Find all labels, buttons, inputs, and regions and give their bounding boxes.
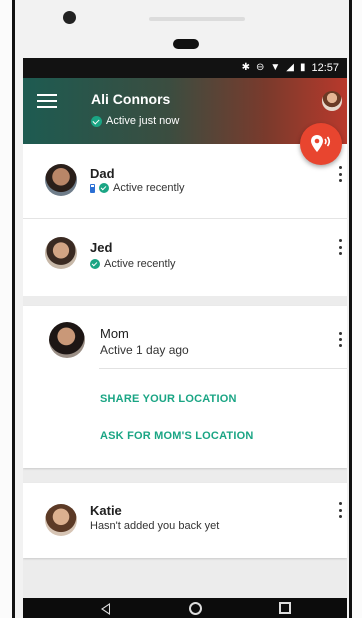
share-your-location-button[interactable]: SHARE YOUR LOCATION <box>100 393 237 405</box>
expanded-contact-card: Mom Active 1 day ago SHARE YOUR LOCATION… <box>23 306 347 468</box>
top-bezel-strip <box>149 17 245 21</box>
do-not-disturb-icon: ⊖ <box>255 62 265 73</box>
contact-status-text: Active recently <box>104 258 176 270</box>
hamburger-menu-icon[interactable] <box>37 94 57 110</box>
avatar <box>45 164 77 196</box>
contact-status-text: Active 1 day ago <box>100 343 189 357</box>
pending-contact-card[interactable]: Katie Hasn't added you back yet <box>23 483 347 558</box>
system-nav-bar <box>23 598 347 618</box>
check-icon <box>99 183 109 193</box>
contact-status: Active recently <box>90 182 185 194</box>
more-options-icon[interactable] <box>336 502 344 518</box>
avatar <box>49 322 85 358</box>
contacts-card: Dad Active recently Jed Active recently <box>23 144 347 296</box>
header-user-status: Active just now <box>91 115 179 127</box>
divider <box>99 368 347 369</box>
front-camera <box>63 11 76 24</box>
contact-status-text: Hasn't added you back yet <box>90 520 220 532</box>
app-bar: Ali Connors Active just now <box>23 78 347 144</box>
avatar <box>45 237 77 269</box>
bluetooth-icon: ✱ <box>241 62 250 73</box>
wifi-icon: ▼ <box>270 62 281 73</box>
earpiece-speaker <box>173 39 199 49</box>
header-user-name: Ali Connors <box>91 91 171 107</box>
contact-name: Jed <box>90 240 113 255</box>
phone-frame: ✱ ⊖ ▼ ◢ ▮ 12:57 Ali Connors Active just … <box>12 0 352 618</box>
more-options-icon[interactable] <box>336 332 344 347</box>
phone-screen: ✱ ⊖ ▼ ◢ ▮ 12:57 Ali Connors Active just … <box>23 58 347 618</box>
contact-status: Active 1 day ago <box>100 343 189 357</box>
user-avatar[interactable] <box>322 91 342 111</box>
more-options-icon[interactable] <box>336 166 344 182</box>
share-location-fab[interactable] <box>300 123 342 165</box>
status-time: 12:57 <box>311 62 339 74</box>
ask-for-location-button[interactable]: ASK FOR MOM'S LOCATION <box>100 430 253 442</box>
contact-status-text: Active recently <box>113 182 185 194</box>
contact-status: Active recently <box>90 258 176 270</box>
back-icon[interactable] <box>101 603 110 615</box>
recent-apps-icon[interactable] <box>279 602 291 614</box>
check-icon <box>90 259 100 269</box>
contact-name: Dad <box>90 166 115 181</box>
contact-name: Katie <box>90 503 122 518</box>
signal-icon: ◢ <box>286 62 294 73</box>
battery-icon <box>90 183 95 193</box>
list-item[interactable]: Jed Active recently <box>23 219 347 296</box>
contact-name: Mom <box>100 326 129 341</box>
battery-icon: ▮ <box>299 62 306 73</box>
check-icon <box>91 115 102 127</box>
share-location-icon <box>311 135 331 152</box>
status-bar: ✱ ⊖ ▼ ◢ ▮ 12:57 <box>23 58 347 78</box>
header-user-status-text: Active just now <box>106 115 180 127</box>
list-item[interactable]: Dad Active recently <box>23 144 347 218</box>
avatar <box>45 504 77 536</box>
more-options-icon[interactable] <box>336 239 344 255</box>
home-icon[interactable] <box>189 602 202 615</box>
contact-status: Hasn't added you back yet <box>90 520 219 532</box>
